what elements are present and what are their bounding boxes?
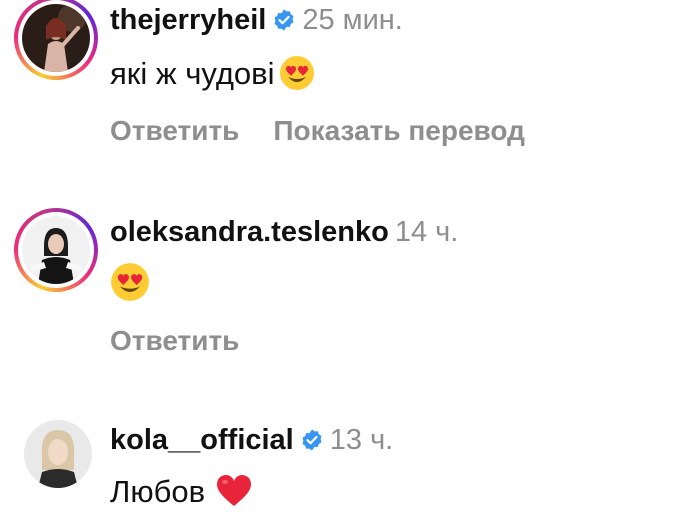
avatar[interactable]: [22, 4, 90, 72]
comment-text-row: які ж чудові: [110, 54, 315, 101]
story-ring[interactable]: [14, 0, 98, 80]
username[interactable]: oleksandra.teslenko: [110, 216, 389, 248]
heart-eyes-emoji-icon: [279, 55, 315, 101]
comment-time: 14 ч.: [394, 216, 459, 248]
verified-badge-icon: [300, 425, 324, 461]
avatar[interactable]: [24, 420, 92, 488]
comment-text-row: Любов: [110, 472, 253, 519]
reply-button[interactable]: Ответить: [110, 325, 239, 356]
show-translation-button[interactable]: Показать перевод: [273, 115, 525, 146]
comment-text: Любов: [110, 474, 206, 509]
comment-text: які ж чудові: [110, 56, 275, 91]
avatar[interactable]: [22, 216, 90, 284]
story-ring[interactable]: [14, 208, 98, 292]
verified-badge-icon: [272, 5, 296, 41]
reply-button[interactable]: Ответить: [110, 115, 239, 146]
red-heart-emoji-icon: [215, 473, 253, 519]
comment-text-row: [110, 262, 150, 312]
comment-time: 13 ч.: [329, 424, 394, 456]
comment-time: 25 мин.: [302, 4, 403, 36]
heart-eyes-emoji-icon: [110, 262, 150, 312]
comment-actions: Ответить Показать перевод: [110, 114, 525, 148]
username[interactable]: thejerryheil: [110, 4, 266, 36]
username[interactable]: kola__official: [110, 424, 294, 456]
comment-actions: Ответить: [110, 324, 239, 358]
